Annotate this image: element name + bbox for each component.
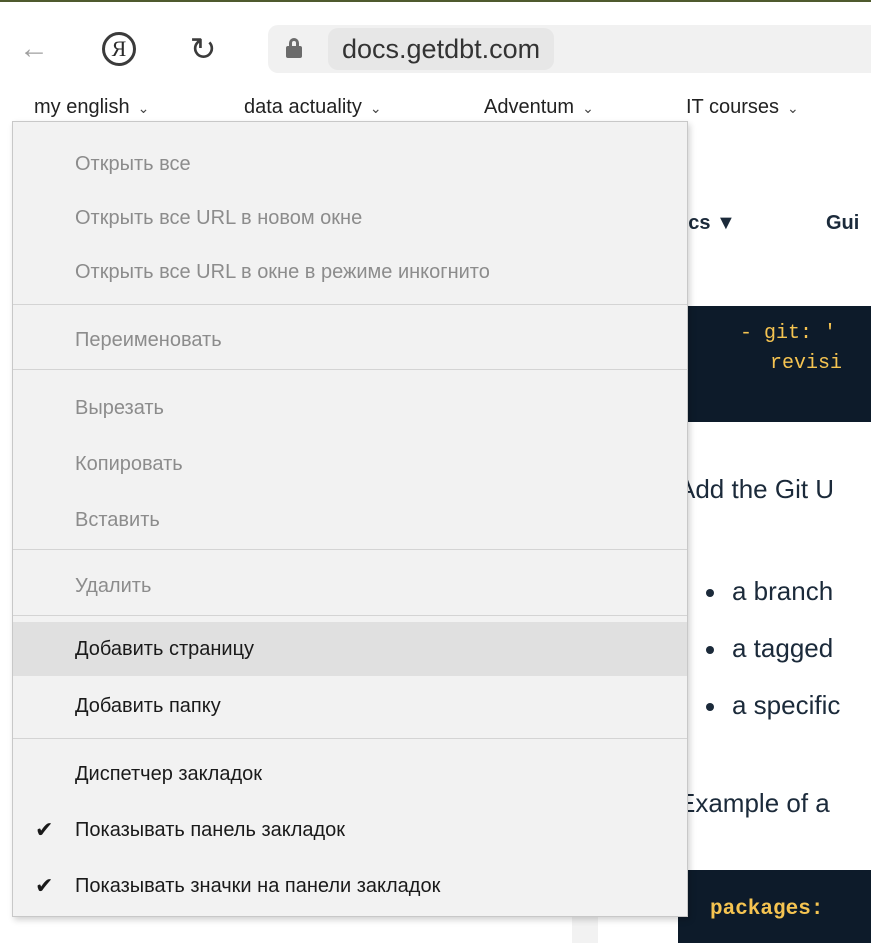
menu-item-paste[interactable]: Вставить xyxy=(13,494,687,546)
list-item-text: a branch xyxy=(732,576,834,606)
bookmark-folder-label: Adventum xyxy=(484,96,575,118)
back-icon[interactable]: ← xyxy=(14,26,54,72)
bullet-icon xyxy=(706,589,714,598)
menu-separator xyxy=(13,369,687,370)
menu-item-rename[interactable]: Переименовать xyxy=(13,314,687,366)
lock-icon[interactable] xyxy=(286,38,302,58)
chevron-down-icon: ⌄ xyxy=(137,100,150,116)
menu-item-show-bookmarks-bar[interactable]: ✔ Показывать панель закладок xyxy=(13,804,687,856)
chevron-down-icon: ⌄ xyxy=(369,100,382,116)
chevron-down-icon: ⌄ xyxy=(582,100,594,116)
checkmark-icon: ✔ xyxy=(35,817,54,842)
bookmark-folder-my-english[interactable]: my english ⌄ xyxy=(34,96,149,119)
list-item-text: a specific xyxy=(732,690,841,720)
bookmark-folder-data-actuality[interactable]: data actuality ⌄ xyxy=(244,96,382,119)
menu-item-add-folder[interactable]: Добавить папку xyxy=(13,680,687,732)
bookmark-folder-it-courses[interactable]: IT courses ⌄ xyxy=(686,96,799,119)
code-line: - git: ' xyxy=(740,322,837,345)
menu-item-label: Показывать панель закладок xyxy=(75,818,346,841)
code-block: packages: xyxy=(678,870,871,943)
code-line: revisi xyxy=(770,352,843,375)
list-item: a tagged xyxy=(706,633,833,664)
reload-icon[interactable]: ↻ xyxy=(180,26,226,72)
bookmark-folder-label: data actuality xyxy=(244,96,362,118)
bookmark-folder-adventum[interactable]: Adventum ⌄ xyxy=(484,96,594,119)
yandex-logo-icon: Я xyxy=(102,32,136,66)
browser-toolbar: ← Я ↻ docs.getdbt.com xyxy=(0,2,871,90)
nav-guides-link[interactable]: Gui xyxy=(826,212,859,235)
menu-item-add-page[interactable]: Добавить страницу xyxy=(13,622,687,676)
menu-item-bookmark-manager[interactable]: Диспетчер закладок xyxy=(13,748,687,800)
bookmark-folder-label: IT courses xyxy=(686,96,779,118)
code-block: - git: ' revisi xyxy=(678,306,871,422)
paragraph-text: Example of a xyxy=(678,788,830,818)
bullet-icon xyxy=(706,646,714,655)
menu-item-delete[interactable]: Удалить xyxy=(13,560,687,612)
checkmark-icon: ✔ xyxy=(35,873,54,898)
list-item-text: a tagged xyxy=(732,633,834,663)
bullet-icon xyxy=(706,703,714,712)
menu-item-show-bookmarks-bar-icons[interactable]: ✔ Показывать значки на панели закладок xyxy=(13,860,687,912)
menu-item-label: Показывать значки на панели закладок xyxy=(75,874,441,897)
list-item: a specific xyxy=(706,690,840,721)
menu-item-cut[interactable]: Вырезать xyxy=(13,382,687,434)
bookmark-folder-label: my english xyxy=(34,96,130,118)
bookmarks-bar: my english ⌄ data actuality ⌄ Adventum ⌄ IT… xyxy=(0,90,871,124)
menu-item-copy[interactable]: Копировать xyxy=(13,438,687,490)
menu-separator xyxy=(13,615,687,616)
chevron-down-icon: ⌄ xyxy=(787,100,799,116)
paragraph-text: Add the Git U xyxy=(678,474,835,504)
menu-item-open-all[interactable]: Открыть все xyxy=(13,138,687,190)
bookmark-context-menu: Открыть все Открыть все URL в новом окне… xyxy=(12,121,688,917)
menu-item-open-all-new-window[interactable]: Открыть все URL в новом окне xyxy=(13,192,687,244)
url-text[interactable]: docs.getdbt.com xyxy=(328,28,555,70)
menu-separator xyxy=(13,304,687,305)
code-line: packages: xyxy=(710,898,824,921)
menu-item-open-all-incognito[interactable]: Открыть все URL в окне в режиме инкогнит… xyxy=(13,246,687,298)
yandex-home-button[interactable]: Я xyxy=(96,26,142,72)
menu-separator xyxy=(13,549,687,550)
list-item: a branch xyxy=(706,576,833,607)
address-bar[interactable]: docs.getdbt.com xyxy=(268,25,871,73)
menu-separator xyxy=(13,738,687,739)
